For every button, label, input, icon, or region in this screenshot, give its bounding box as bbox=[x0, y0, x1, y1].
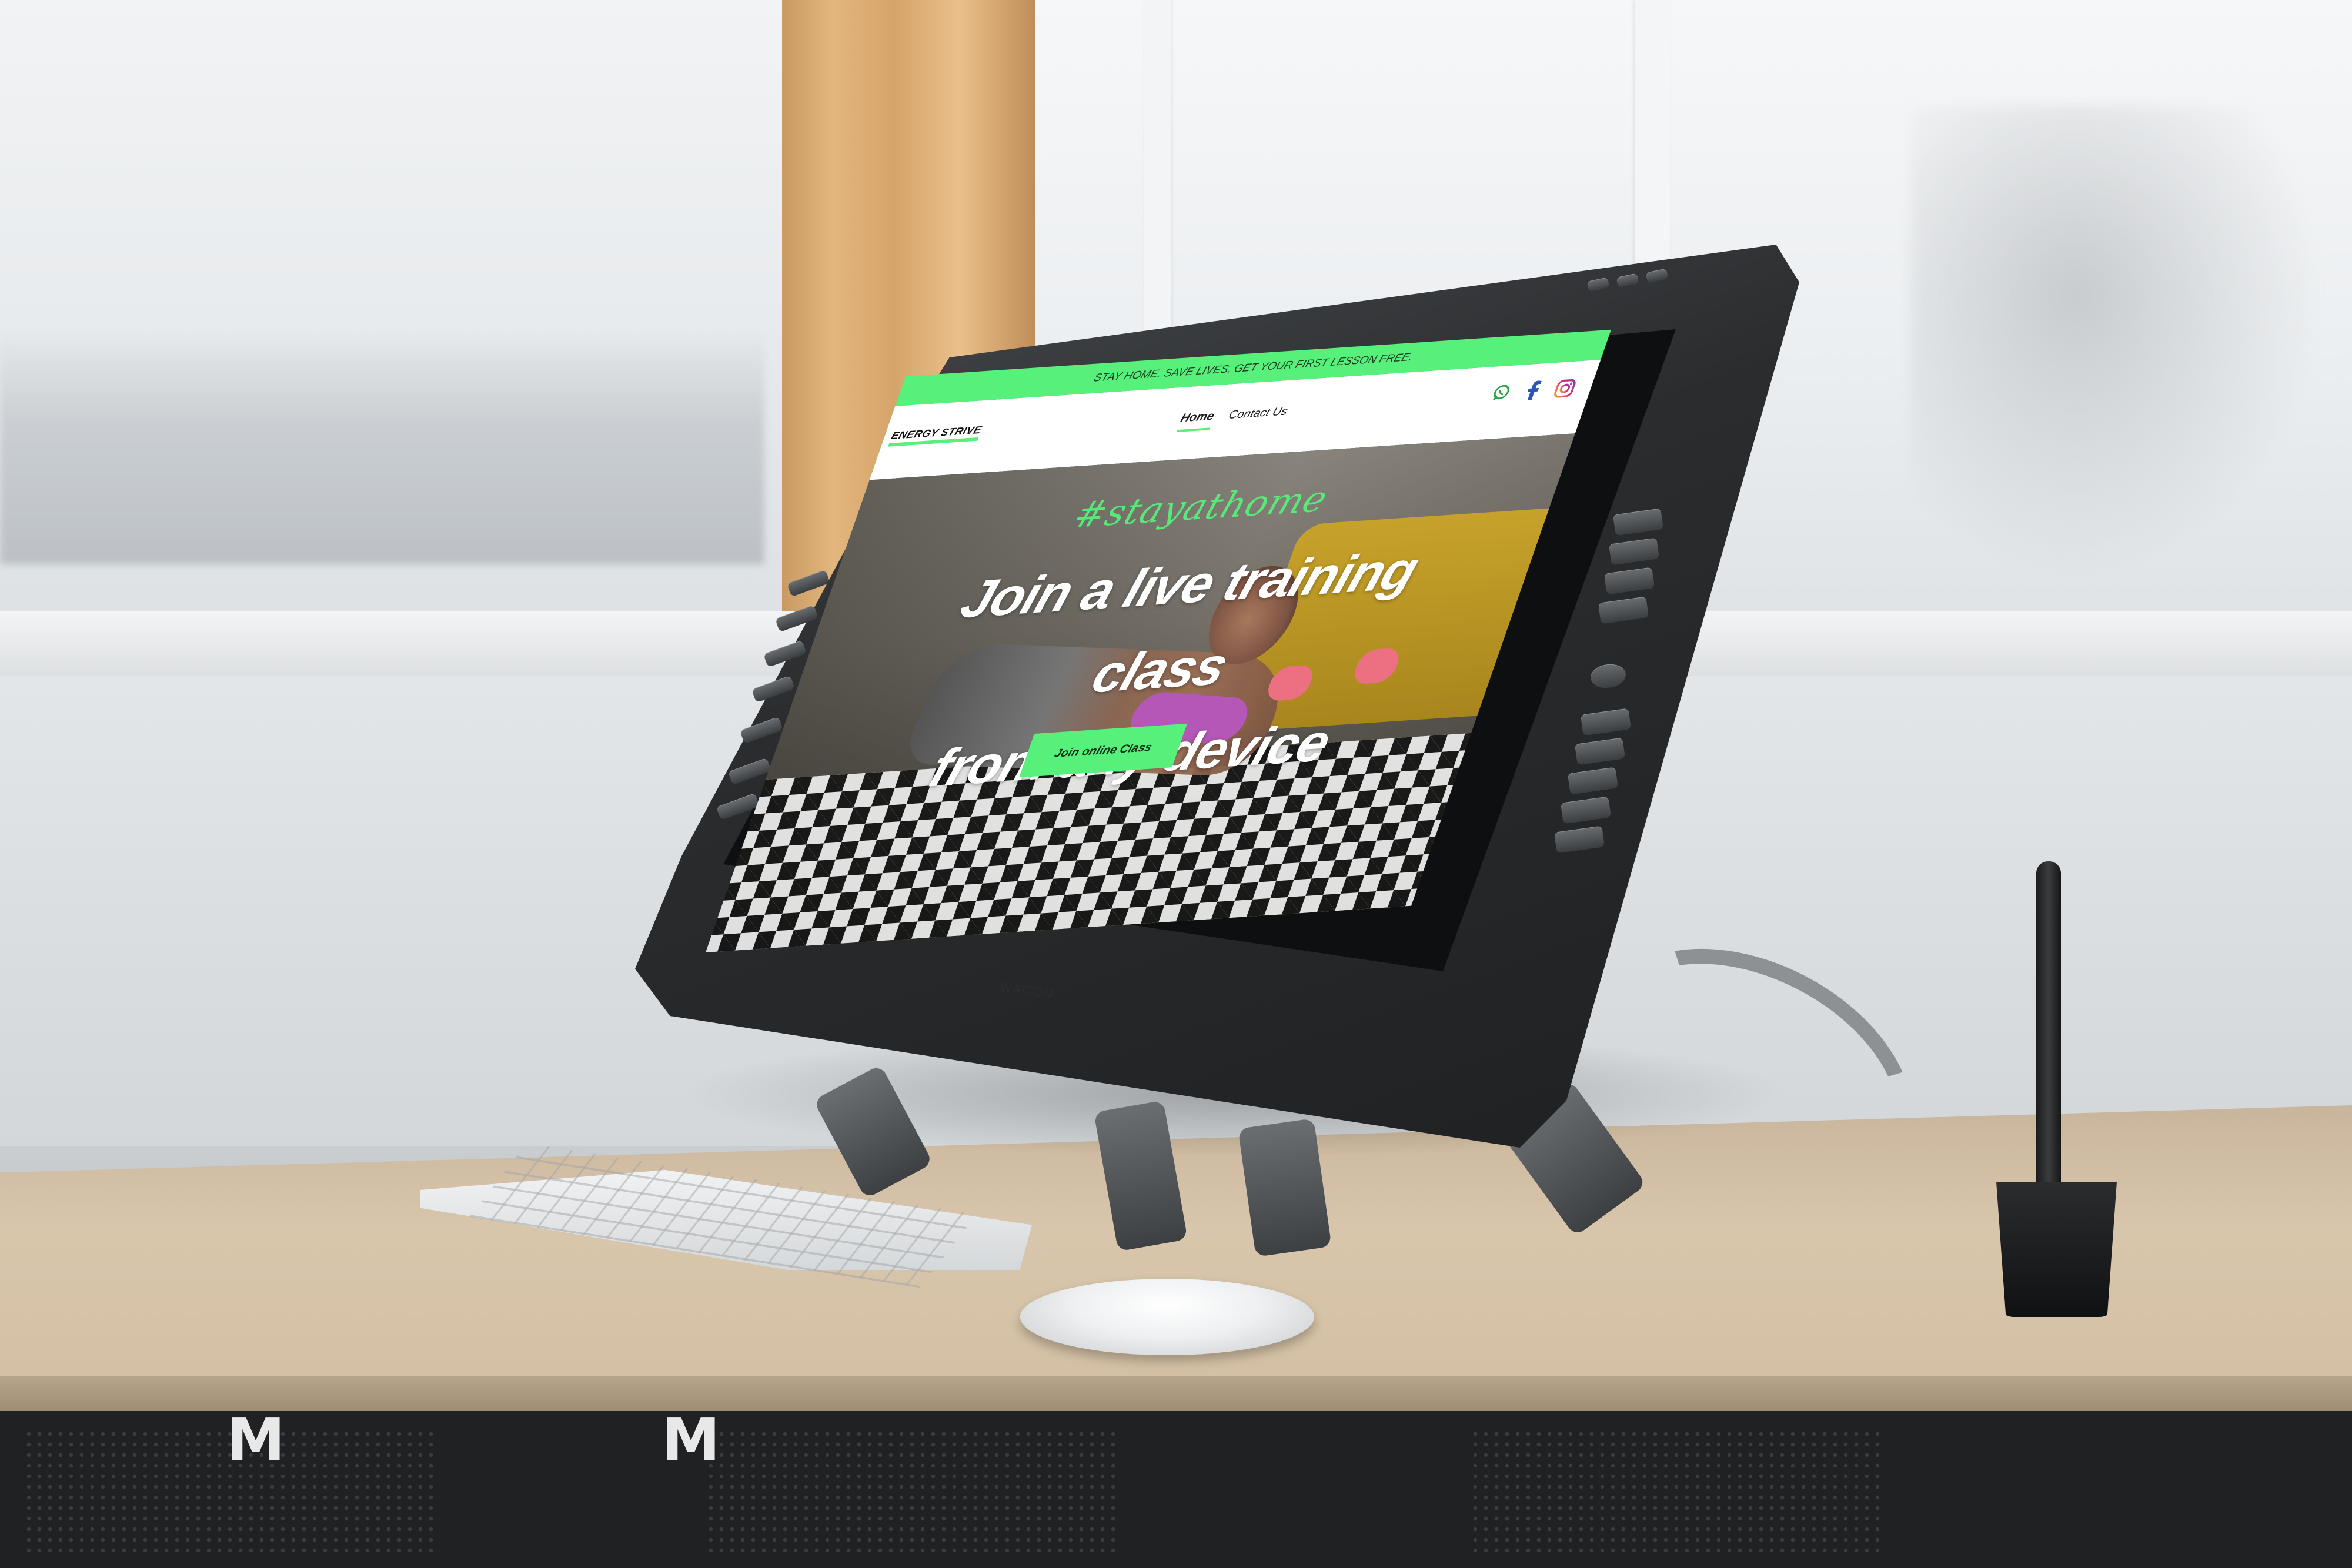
whatsapp-icon[interactable] bbox=[1488, 382, 1515, 403]
stylus-pen[interactable] bbox=[2036, 861, 2061, 1202]
main-nav: Home Contact Us bbox=[1176, 405, 1289, 433]
social-links bbox=[1488, 378, 1579, 403]
facebook-icon[interactable] bbox=[1520, 380, 1547, 402]
background-trees bbox=[1911, 106, 2323, 576]
instagram-icon[interactable] bbox=[1552, 378, 1579, 399]
desk-perforation bbox=[706, 1429, 1117, 1558]
mouse[interactable] bbox=[1020, 1279, 1314, 1355]
desk-perforation bbox=[1470, 1429, 1882, 1558]
desk-logo-icon: M bbox=[662, 1406, 720, 1475]
background-cityscape bbox=[0, 329, 764, 564]
desk-logo-icon: M bbox=[226, 1406, 285, 1475]
nav-item-home[interactable]: Home bbox=[1176, 410, 1216, 433]
hero-headline: Join a live training class from any devi… bbox=[845, 524, 1475, 816]
nav-item-contact-us[interactable]: Contact Us bbox=[1224, 405, 1289, 429]
hero-hashtag: #stayathome bbox=[1068, 477, 1334, 536]
pen-holder bbox=[1996, 1182, 2117, 1317]
desk-edge bbox=[0, 1376, 2352, 1411]
